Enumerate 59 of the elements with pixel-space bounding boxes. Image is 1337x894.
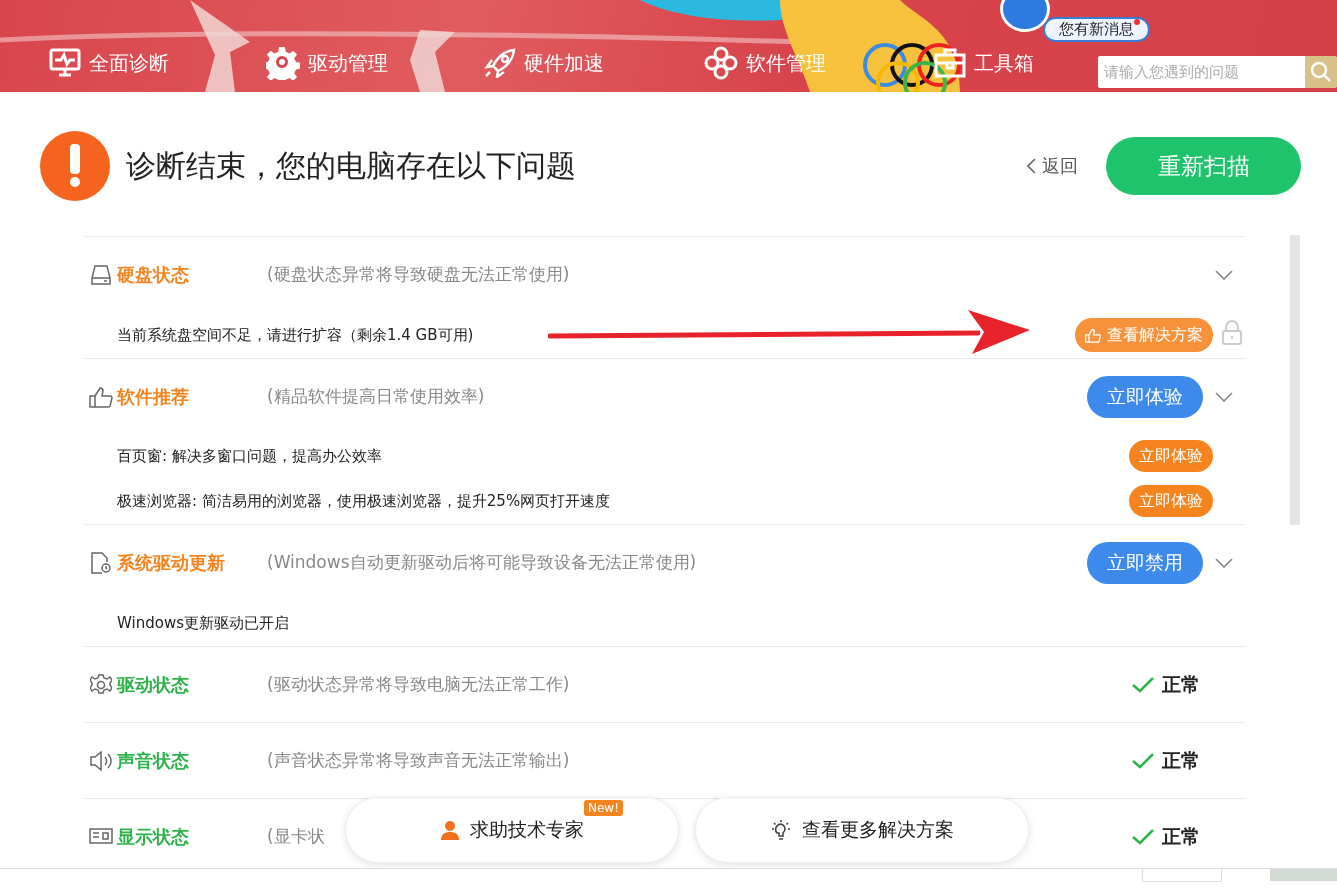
section-description: (硬盘状态异常将导致硬盘无法正常使用) (267, 263, 570, 286)
search-icon (1310, 61, 1332, 83)
action-button[interactable]: 立即体验 (1087, 375, 1203, 418)
document-gear-icon (90, 550, 112, 575)
section-description: (Windows自动更新驱动后将可能导致设备无法正常使用) (267, 551, 697, 574)
result-title: 诊断结束，您的电脑存在以下问题 (126, 146, 577, 185)
monitor-icon (49, 48, 81, 78)
search-field[interactable]: 请输入您遇到的问题 (1098, 56, 1337, 88)
checkmark-icon (1132, 676, 1154, 693)
checkmark-icon (1132, 752, 1154, 769)
chevron-down-icon[interactable] (1215, 391, 1233, 402)
person-icon (440, 820, 460, 840)
try-now-button[interactable]: 立即体验 (1129, 440, 1213, 472)
more-solutions-button[interactable]: 查看更多解决方案 (695, 797, 1029, 863)
gear-icon (90, 673, 112, 696)
nav-tab[interactable]: 驱动管理 (262, 46, 480, 80)
section-description: (显卡状 (267, 825, 325, 848)
status-text: 正常 (1162, 823, 1200, 849)
new-badge: New! (584, 800, 623, 816)
section-description: (精品软件提高日常使用效率) (267, 385, 485, 408)
new-message-bubble[interactable]: 您有新消息 (1043, 17, 1150, 42)
chevron-down-icon[interactable] (1215, 269, 1233, 280)
chevron-left-icon (1027, 158, 1036, 174)
thumbs-up-icon (1085, 327, 1101, 343)
nav-tab[interactable]: 工具箱 (930, 46, 1080, 80)
section-title: 显示状态 (117, 824, 190, 849)
section-title: 驱动状态 (117, 672, 190, 697)
section-title: 系统驱动更新 (117, 550, 226, 575)
view-solution-button[interactable]: 查看解决方案 (1075, 318, 1213, 352)
flower-icon (704, 46, 738, 80)
status-text: 正常 (1162, 747, 1200, 773)
detail-text: Windows更新驱动已开启 (117, 613, 290, 633)
detail-text: 极速浏览器: 简洁易用的浏览器，使用极速浏览器，提升25%网页打开速度 (117, 491, 612, 511)
scrollbar[interactable] (1290, 235, 1300, 525)
search-button[interactable] (1305, 56, 1337, 88)
section-title: 软件推荐 (117, 384, 190, 409)
display-icon (89, 827, 113, 846)
expert-help-button[interactable]: 求助技术专家 New! (345, 797, 679, 863)
speaker-icon (89, 749, 113, 772)
try-now-button[interactable]: 立即体验 (1129, 485, 1213, 517)
status-text: 正常 (1162, 671, 1200, 697)
action-button[interactable]: 立即禁用 (1087, 541, 1203, 584)
section-title: 声音状态 (117, 748, 190, 773)
checkmark-icon (1132, 828, 1154, 845)
rescan-button[interactable]: 重新扫描 (1106, 137, 1301, 195)
detail-text: 当前系统盘空间不足，请进行扩容（剩余1.4 GB可用) (117, 325, 475, 345)
gear-icon (266, 46, 300, 80)
section-description: (声音状态异常将导致声音无法正常输出) (267, 749, 570, 772)
section-title: 硬盘状态 (117, 262, 190, 287)
section-description: (驱动状态异常将导致电脑无法正常工作) (267, 673, 570, 696)
lightbulb-icon (770, 819, 792, 841)
thumbs-up-icon (89, 385, 113, 408)
detail-text: 百页窗: 解决多窗口问题，提高办公效率 (117, 446, 383, 466)
back-link[interactable]: 返回 (1021, 153, 1084, 179)
toolbox-icon (934, 48, 966, 78)
nav-tab[interactable]: 硬件加速 (480, 46, 700, 80)
nav-tab[interactable]: 全面诊断 (45, 46, 262, 80)
chevron-down-icon[interactable] (1215, 557, 1233, 568)
rocket-icon (484, 48, 516, 78)
